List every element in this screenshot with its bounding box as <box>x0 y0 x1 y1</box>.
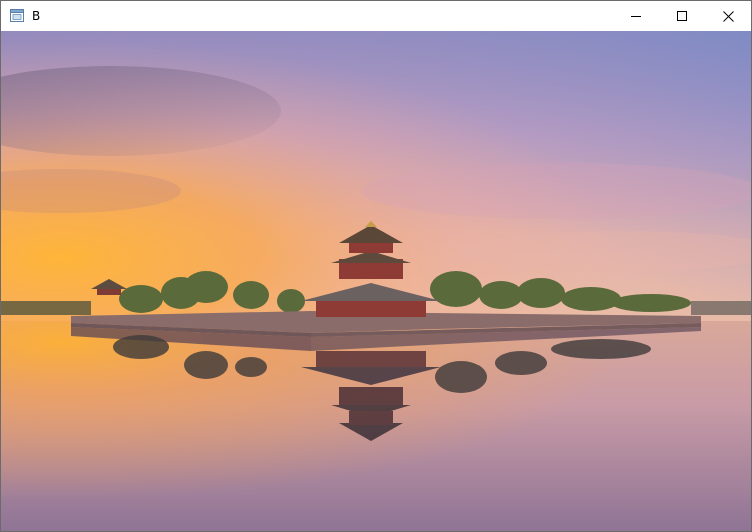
title-bar[interactable]: B <box>1 1 751 31</box>
window-title: B <box>32 9 41 23</box>
minimize-button[interactable] <box>613 1 659 31</box>
close-button[interactable] <box>705 1 751 31</box>
close-icon <box>722 10 734 22</box>
maximize-button[interactable] <box>659 1 705 31</box>
app-window: B <box>0 0 752 532</box>
app-icon <box>10 9 24 22</box>
image-view <box>1 31 751 531</box>
maximize-icon <box>677 11 687 21</box>
photo-corner-tower <box>1 31 751 531</box>
minimize-icon <box>631 16 641 17</box>
